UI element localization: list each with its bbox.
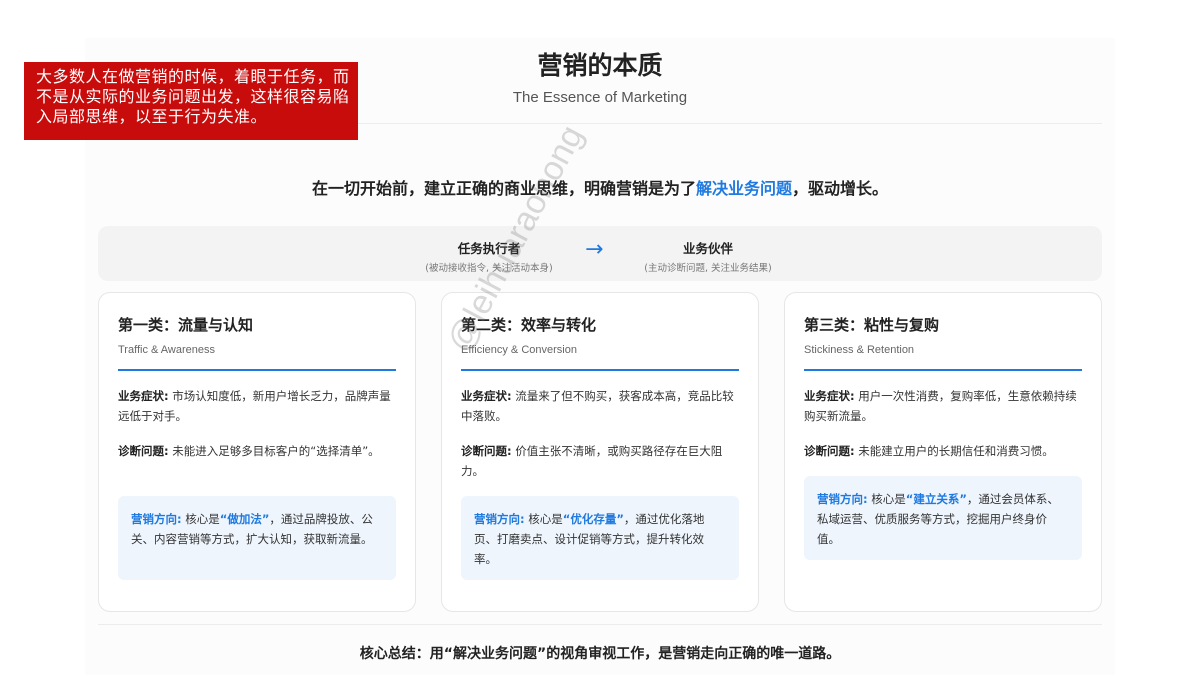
category-card-retention: 第三类：粘性与复购 Stickiness & Retention 业务症状: 用… [784, 292, 1102, 612]
card-subtitle: Efficiency & Conversion [461, 344, 577, 356]
direction-callout: 营销方向: 核心是“优化存量”，通过优化落地页、打磨卖点、设计促销等方式，提升转… [461, 496, 739, 580]
card-divider [461, 369, 739, 371]
role-from: 任务执行者 (被动接收指令, 关注活动本身) [394, 238, 584, 274]
card-symptom: 业务症状: 流量来了但不购买，获客成本高，竞品比较中落败。 [461, 386, 740, 426]
direction-keyword: “优化存量” [562, 512, 624, 526]
category-card-traffic: 第一类：流量与认知 Traffic & Awareness 业务症状: 市场认知… [98, 292, 416, 612]
role-from-desc: (被动接收指令, 关注活动本身) [425, 263, 553, 274]
card-diagnosis: 诊断问题: 未能进入足够多目标客户的“选择清单”。 [118, 441, 397, 461]
direction-label: 营销方向: [817, 492, 868, 506]
card-divider [118, 369, 396, 371]
role-from-title: 任务执行者 [457, 241, 521, 256]
diagnosis-label: 诊断问题: [804, 444, 855, 458]
annotation-note: 大多数人在做营销的时候，着眼于任务，而不是从实际的业务问题出发，这样很容易陷入局… [24, 62, 358, 140]
direction-keyword: “做加法” [219, 512, 270, 526]
symptom-label: 业务症状: [461, 389, 512, 403]
symptom-label: 业务症状: [804, 389, 855, 403]
direction-pre: 核心是 [867, 492, 906, 506]
direction-label: 营销方向: [131, 512, 182, 526]
card-symptom: 业务症状: 市场认知度低，新用户增长乏力，品牌声量远低于对手。 [118, 386, 397, 426]
role-to-desc: (主动诊断问题, 关注业务结果) [644, 263, 772, 274]
symptom-label: 业务症状: [118, 389, 169, 403]
direction-pre: 核心是 [181, 512, 220, 526]
card-diagnosis: 诊断问题: 价值主张不清晰，或购买路径存在巨大阻力。 [461, 441, 740, 481]
lead-after: ，驱动增长。 [792, 179, 889, 198]
diagnosis-text: 未能进入足够多目标客户的“选择清单”。 [168, 444, 380, 458]
direction-callout: 营销方向: 核心是“建立关系”，通过会员体系、私域运营、优质服务等方式，挖掘用户… [804, 476, 1082, 560]
role-to-title: 业务伙伴 [682, 241, 733, 256]
direction-keyword: “建立关系” [905, 492, 967, 506]
diagnosis-text: 未能建立用户的长期信任和消费习惯。 [854, 444, 1054, 458]
card-title: 第一类：流量与认知 [118, 316, 254, 334]
card-title: 第二类：效率与转化 [461, 316, 597, 334]
card-divider [804, 369, 1082, 371]
lead-before: 在一切开始前，建立正确的商业思维，明确营销是为了 [311, 179, 696, 198]
lead-statement: 在一切开始前，建立正确的商业思维，明确营销是为了解决业务问题，驱动增长。 [0, 175, 1200, 199]
category-card-efficiency: 第二类：效率与转化 Efficiency & Conversion 业务症状: … [441, 292, 759, 612]
card-diagnosis: 诊断问题: 未能建立用户的长期信任和消费习惯。 [804, 441, 1083, 461]
direction-callout: 营销方向: 核心是“做加法”，通过品牌投放、公关、内容营销等方式，扩大认知，获取… [118, 496, 396, 580]
diagnosis-label: 诊断问题: [118, 444, 169, 458]
card-title: 第三类：粘性与复购 [804, 316, 940, 334]
direction-pre: 核心是 [524, 512, 563, 526]
card-symptom: 业务症状: 用户一次性消费，复购率低，生意依赖持续购买新流量。 [804, 386, 1083, 426]
arrow-right-icon: → [585, 237, 604, 262]
lead-highlight: 解决业务问题 [695, 179, 792, 198]
footer-divider [98, 624, 1102, 625]
card-subtitle: Traffic & Awareness [118, 344, 216, 356]
diagnosis-label: 诊断问题: [461, 444, 512, 458]
card-subtitle: Stickiness & Retention [804, 344, 915, 356]
summary-statement: 核心总结：用“解决业务问题”的视角审视工作，是营销走向正确的唯一道路。 [359, 646, 841, 662]
direction-label: 营销方向: [474, 512, 525, 526]
role-shift-banner: 任务执行者 (被动接收指令, 关注活动本身) → 业务伙伴 (主动诊断问题, 关… [98, 226, 1102, 281]
role-to: 业务伙伴 (主动诊断问题, 关注业务结果) [613, 238, 803, 274]
